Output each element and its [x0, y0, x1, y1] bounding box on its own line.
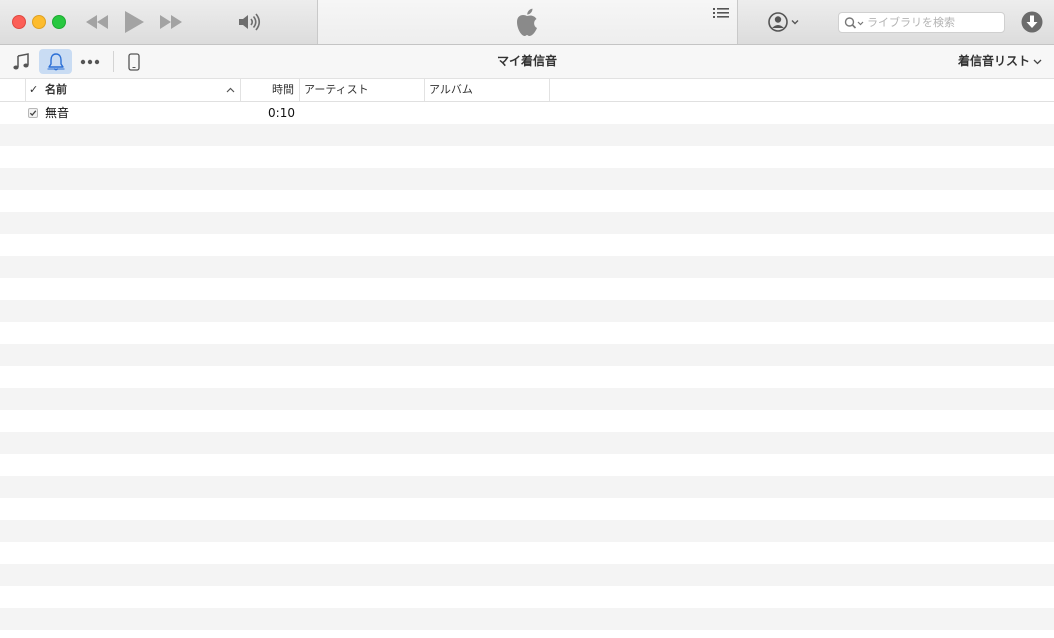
speaker-volume-icon — [239, 13, 261, 31]
empty-row — [0, 608, 1054, 630]
downloads-button[interactable] — [1021, 11, 1043, 33]
status-display — [317, 0, 738, 44]
device-button[interactable] — [123, 49, 145, 74]
table-row[interactable]: 無音 0:10 — [0, 102, 1054, 124]
song-list: 無音 0:10 — [0, 102, 1054, 638]
title-bar — [0, 0, 1054, 45]
empty-row — [0, 300, 1054, 322]
rewind-button[interactable] — [84, 13, 110, 31]
empty-row — [0, 146, 1054, 168]
checkmark-icon — [29, 110, 37, 116]
song-artist — [304, 102, 424, 124]
rewind-icon — [86, 15, 108, 29]
empty-row — [0, 432, 1054, 454]
bell-icon — [47, 52, 64, 70]
empty-row — [0, 212, 1054, 234]
column-header-name[interactable]: 名前 — [41, 79, 241, 101]
search-icon — [844, 17, 864, 29]
itunes-window: マイ着信音 着信音リスト ✓ 名前 時間 アーティスト アルバム 無音 0:10 — [0, 0, 1054, 638]
list-icon — [713, 8, 729, 18]
close-window-button[interactable] — [12, 15, 26, 29]
empty-row — [0, 520, 1054, 542]
chevron-down-icon — [1033, 59, 1042, 64]
empty-row — [0, 322, 1054, 344]
empty-row — [0, 542, 1054, 564]
minimize-window-button[interactable] — [32, 15, 46, 29]
zoom-window-button[interactable] — [52, 15, 66, 29]
row-checkbox[interactable] — [28, 108, 38, 118]
empty-row — [0, 388, 1054, 410]
download-icon — [1021, 11, 1043, 33]
empty-row — [0, 498, 1054, 520]
library-search — [838, 12, 1005, 33]
toolbar-divider — [113, 51, 114, 72]
volume-button[interactable] — [237, 11, 263, 33]
play-icon — [125, 11, 144, 33]
empty-row — [0, 454, 1054, 476]
up-next-button[interactable] — [711, 5, 731, 21]
sort-ascending-icon — [226, 87, 235, 93]
empty-row — [0, 564, 1054, 586]
fast-forward-icon — [160, 15, 182, 29]
media-toolbar: マイ着信音 着信音リスト — [0, 45, 1054, 79]
fast-forward-button[interactable] — [158, 13, 184, 31]
view-menu-label: 着信音リスト — [957, 54, 1030, 68]
column-header-time[interactable]: 時間 — [241, 79, 300, 101]
song-name: 無音 — [45, 106, 70, 120]
empty-row — [0, 168, 1054, 190]
empty-row — [0, 630, 1054, 638]
column-spacer — [0, 79, 26, 101]
music-note-icon — [13, 52, 29, 69]
account-menu-button[interactable] — [766, 11, 802, 33]
column-header-name-label: 名前 — [45, 83, 67, 96]
empty-row — [0, 190, 1054, 212]
empty-row — [0, 256, 1054, 278]
view-options-menu[interactable]: 着信音リスト — [958, 45, 1042, 78]
tones-media-button[interactable] — [39, 49, 72, 74]
empty-row — [0, 124, 1054, 146]
empty-row — [0, 410, 1054, 432]
empty-row — [0, 586, 1054, 608]
iphone-icon — [128, 52, 140, 71]
empty-row — [0, 366, 1054, 388]
empty-row — [0, 234, 1054, 256]
account-icon — [768, 12, 799, 32]
empty-row — [0, 344, 1054, 366]
play-button[interactable] — [122, 10, 146, 34]
column-header-album[interactable]: アルバム — [425, 79, 550, 101]
apple-logo-icon — [517, 8, 537, 36]
song-album — [429, 102, 549, 124]
song-list-header: ✓ 名前 時間 アーティスト アルバム — [0, 79, 1054, 102]
empty-row — [0, 278, 1054, 300]
column-header-artist[interactable]: アーティスト — [300, 79, 425, 101]
empty-row — [0, 476, 1054, 498]
apple-logo — [511, 6, 543, 38]
column-header-check[interactable]: ✓ — [29, 79, 41, 101]
page-title: マイ着信音 — [496, 54, 557, 68]
search-input[interactable] — [867, 14, 1001, 31]
song-time: 0:10 — [268, 106, 295, 120]
more-media-button[interactable] — [77, 49, 103, 74]
music-media-button[interactable] — [8, 49, 34, 74]
more-icon — [80, 59, 100, 64]
